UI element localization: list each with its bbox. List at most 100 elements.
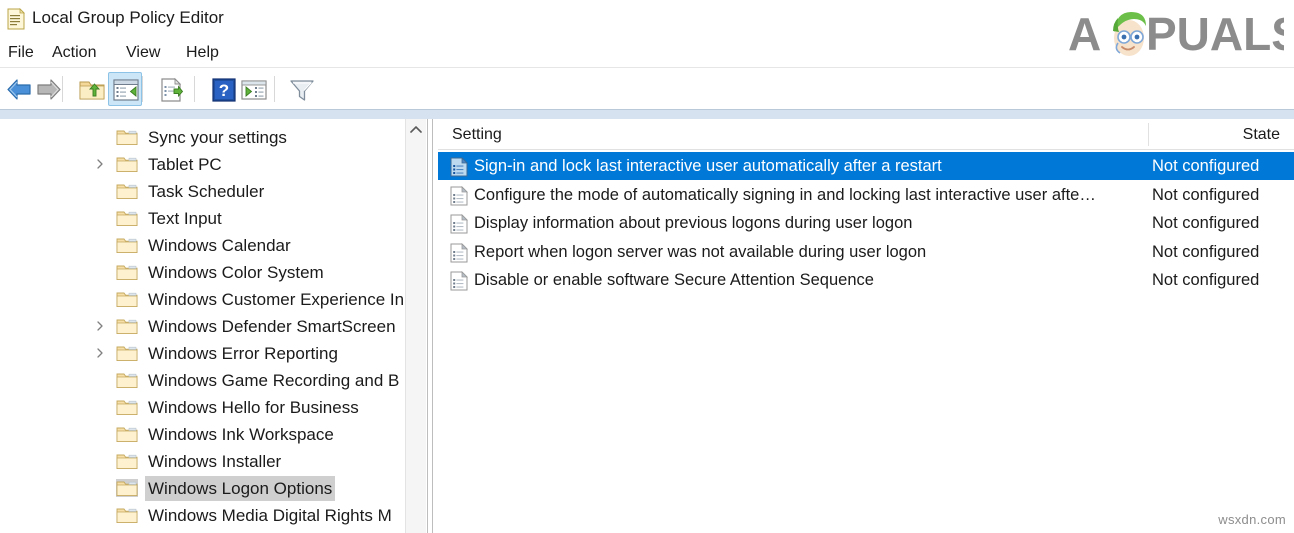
- folder-icon: [116, 290, 138, 308]
- tree-vertical-scrollbar[interactable]: [405, 119, 426, 533]
- table-row[interactable]: Report when logon server was not availab…: [438, 238, 1294, 266]
- tree-item-label: Windows Logon Options: [145, 476, 335, 501]
- menu-help[interactable]: Help: [180, 40, 225, 66]
- table-row[interactable]: Disable or enable software Secure Attent…: [438, 266, 1294, 294]
- menu-action[interactable]: Action: [46, 40, 102, 66]
- folder-icon: [116, 128, 138, 146]
- list-column-header: Setting State: [438, 119, 1294, 150]
- toolbar-separator: [194, 76, 195, 102]
- properties-button[interactable]: [236, 72, 270, 106]
- setting-name: Disable or enable software Secure Attent…: [474, 266, 874, 294]
- tree-item[interactable]: Windows Error Reporting: [0, 340, 408, 367]
- table-row[interactable]: Display information about previous logon…: [438, 209, 1294, 237]
- up-one-level-button[interactable]: [74, 72, 108, 106]
- local-group-policy-editor-window: Local Group Policy Editor File Action Vi…: [0, 0, 1294, 533]
- properties-icon: [237, 73, 271, 107]
- tree-item[interactable]: Windows Media Digital Rights M: [0, 502, 408, 529]
- folder-icon: [116, 452, 138, 470]
- tree-item[interactable]: Sync your settings: [0, 124, 408, 151]
- tree-item-label: Text Input: [145, 206, 225, 231]
- folder-icon: [116, 209, 138, 227]
- logo-letter-a: A: [1068, 8, 1101, 60]
- folder-up-icon: [75, 73, 109, 107]
- help-button[interactable]: ?: [206, 72, 240, 106]
- setting-name: Configure the mode of automatically sign…: [474, 181, 1096, 209]
- policy-setting-icon: [450, 243, 468, 263]
- setting-state: Not configured: [1152, 238, 1294, 266]
- splitter-right-edge: [432, 119, 433, 533]
- console-tree-pane[interactable]: Sync your settingsTablet PCTask Schedule…: [0, 119, 428, 533]
- tree-item[interactable]: Windows Installer: [0, 448, 408, 475]
- setting-state: Not configured: [1152, 181, 1294, 209]
- toolbar-separator: [274, 76, 275, 102]
- show-console-tree-button[interactable]: [108, 72, 142, 106]
- tree-item-label: Task Scheduler: [145, 179, 267, 204]
- funnel-filter-icon: [285, 73, 319, 107]
- folder-icon: [116, 506, 138, 524]
- menu-view[interactable]: View: [120, 40, 166, 66]
- console-tree-icon: [109, 73, 143, 107]
- policy-setting-icon: [450, 186, 468, 206]
- tree-item-label: Sync your settings: [145, 125, 290, 150]
- splitter-left-edge: [427, 119, 428, 533]
- folder-icon: [116, 425, 138, 443]
- tree-item[interactable]: Tablet PC: [0, 151, 408, 178]
- tree-item-label: Windows Defender SmartScreen: [145, 314, 399, 339]
- tree-item[interactable]: Windows Hello for Business: [0, 394, 408, 421]
- tree-item[interactable]: Windows Defender SmartScreen: [0, 313, 408, 340]
- tree-item-label: Windows Calendar: [145, 233, 294, 258]
- tree-item-label: Windows Customer Experience In: [145, 287, 407, 312]
- toolbar: ?: [0, 68, 1294, 110]
- chevron-right-icon[interactable]: [94, 320, 106, 332]
- tree-item-label: Windows Error Reporting: [145, 341, 341, 366]
- folder-icon: [116, 398, 138, 416]
- tree-item[interactable]: Windows Color System: [0, 259, 408, 286]
- settings-list-pane[interactable]: Setting State Sign-in and lock last inte…: [438, 119, 1294, 533]
- chevron-right-icon[interactable]: [94, 158, 106, 170]
- menu-file[interactable]: File: [2, 40, 40, 66]
- tree-item-label: Windows Ink Workspace: [145, 422, 337, 447]
- tree-item-label: Windows Color System: [145, 260, 327, 285]
- tree-item[interactable]: Windows Customer Experience In: [0, 286, 408, 313]
- window-title: Local Group Policy Editor: [32, 6, 224, 30]
- chevron-up-icon[interactable]: [406, 119, 426, 141]
- gpedit-document-icon: [6, 8, 26, 30]
- filter-button[interactable]: [284, 72, 318, 106]
- appuals-logo: A PUALS: [1066, 4, 1284, 60]
- arrow-right-icon: [31, 73, 65, 107]
- table-row[interactable]: Configure the mode of automatically sign…: [438, 181, 1294, 209]
- forward-button[interactable]: [30, 72, 64, 106]
- column-header-state[interactable]: State: [1152, 123, 1280, 147]
- svg-text:?: ?: [219, 81, 229, 100]
- site-watermark: wsxdn.com: [1218, 512, 1286, 527]
- tree-item-label: Windows Game Recording and B: [145, 368, 402, 393]
- tree-item[interactable]: Windows Calendar: [0, 232, 408, 259]
- setting-name: Report when logon server was not availab…: [474, 238, 926, 266]
- tree-item[interactable]: Task Scheduler: [0, 178, 408, 205]
- tree-item[interactable]: Windows Game Recording and B: [0, 367, 408, 394]
- folder-icon: [116, 236, 138, 254]
- tree-item[interactable]: Windows Logon Options: [0, 475, 408, 502]
- tree-item-label: Tablet PC: [145, 152, 225, 177]
- export-list-icon: [155, 73, 189, 107]
- setting-name: Display information about previous logon…: [474, 209, 912, 237]
- export-list-button[interactable]: [154, 72, 188, 106]
- toolbar-separator: [142, 76, 143, 102]
- chevron-right-icon[interactable]: [94, 347, 106, 359]
- setting-state: Not configured: [1152, 152, 1294, 180]
- toolbar-bottom-band: [0, 110, 1294, 119]
- folder-icon: [116, 263, 138, 281]
- appuals-mascot-icon: [1113, 12, 1146, 56]
- folder-icon: [116, 317, 138, 335]
- logo-text: PUALS: [1146, 8, 1284, 60]
- column-header-setting[interactable]: Setting: [452, 123, 502, 147]
- policy-setting-icon: [450, 271, 468, 291]
- tree-item[interactable]: Text Input: [0, 205, 408, 232]
- setting-name: Sign-in and lock last interactive user a…: [474, 152, 942, 180]
- tree-item[interactable]: Windows Ink Workspace: [0, 421, 408, 448]
- table-row[interactable]: Sign-in and lock last interactive user a…: [438, 152, 1294, 180]
- folder-icon: [116, 479, 138, 497]
- column-divider[interactable]: [1148, 123, 1149, 146]
- policy-setting-icon: [450, 157, 468, 177]
- folder-icon: [116, 155, 138, 173]
